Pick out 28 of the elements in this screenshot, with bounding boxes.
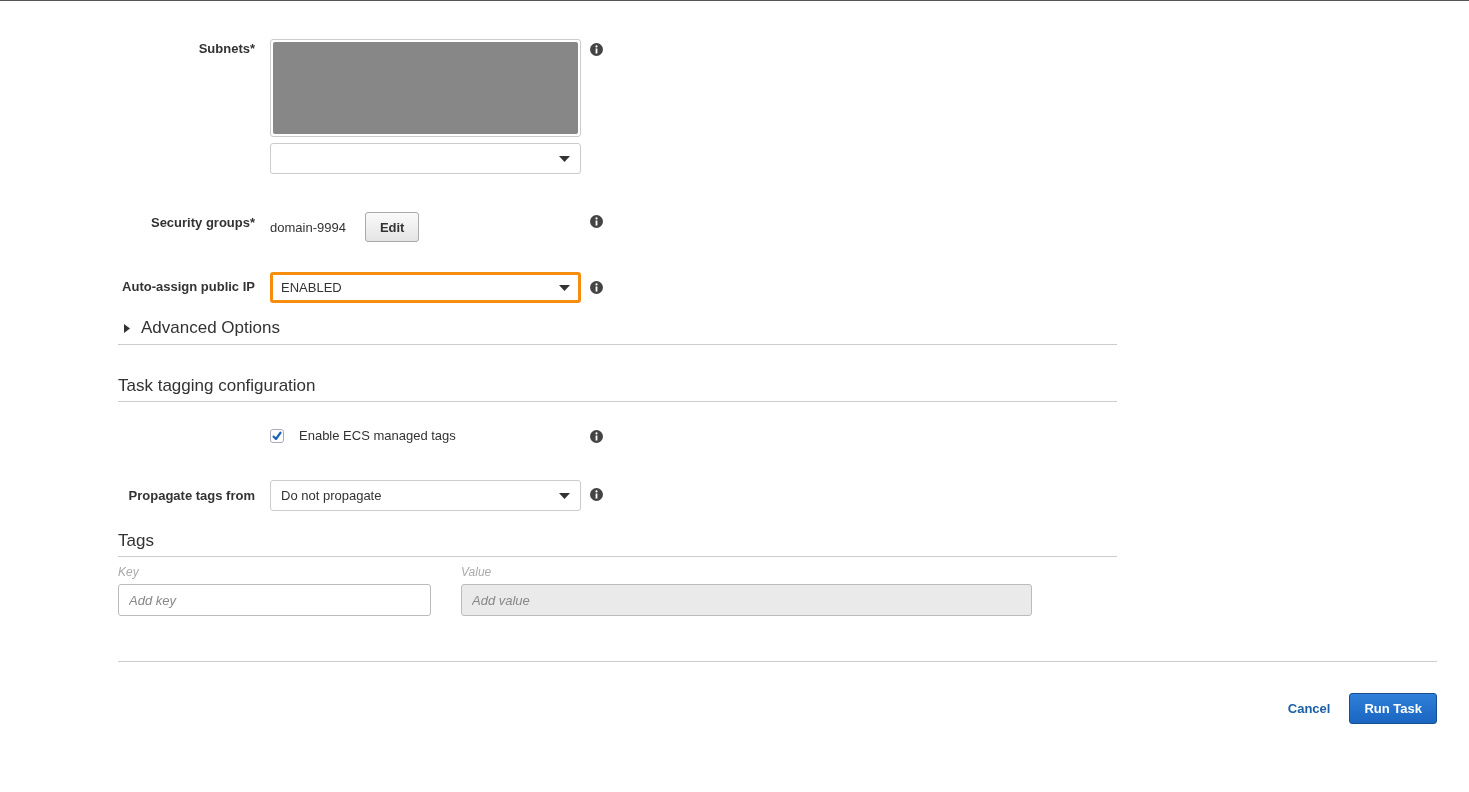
field-label: Propagate tags from <box>127 487 255 505</box>
key-input-field[interactable]: Add key <box>118 584 431 616</box>
dropdown-caret-icon <box>559 284 570 291</box>
info-icon <box>590 430 603 443</box>
field-label: Auto-assign public IP <box>121 278 255 296</box>
section-heading: Task tagging configuration <box>118 376 316 395</box>
column-label: Value <box>461 565 493 579</box>
checkbox-label: Enable ECS managed tags <box>299 428 456 443</box>
field-label: Subnets* <box>197 40 255 58</box>
checkmark-icon <box>272 431 282 440</box>
advanced-options-toggle[interactable]: Advanced Options <box>118 318 280 338</box>
propagate-tags-dropdown[interactable]: Do not propagate <box>270 480 581 511</box>
column-label: Key <box>118 565 140 579</box>
dropdown-caret-icon <box>559 492 570 499</box>
dropdown-caret-icon <box>559 155 570 162</box>
info-icon <box>590 488 603 501</box>
info-icon <box>590 281 603 294</box>
section-heading: Tags <box>118 531 154 550</box>
field-label: Security groups* <box>149 214 255 232</box>
disclosure-triangle-icon <box>124 323 130 333</box>
edit-button[interactable]: Edit <box>364 212 420 242</box>
security-group-name: domain-9994 <box>270 219 346 235</box>
cancel-link[interactable]: Cancel <box>1287 701 1331 716</box>
checkbox[interactable] <box>270 428 284 443</box>
auto-assign-ip-dropdown[interactable]: ENABLED <box>270 272 581 303</box>
info-icon <box>590 43 603 56</box>
info-icon <box>590 215 603 228</box>
run-task-button[interactable]: Run Task <box>1349 693 1437 724</box>
